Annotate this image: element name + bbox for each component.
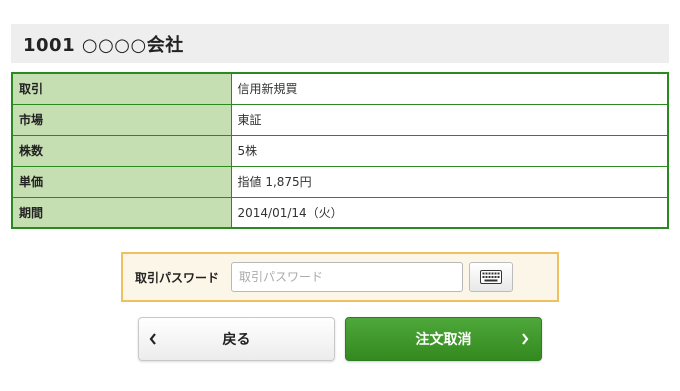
chevron-left-icon — [149, 332, 157, 350]
row-label-trade: 取引 — [11, 72, 232, 105]
password-label: 取引パスワード — [135, 270, 220, 285]
page-title: 1001 ○○○○会社 — [23, 34, 184, 56]
keyboard-icon — [480, 270, 502, 284]
back-button-label: 戻る — [222, 332, 251, 348]
order-details-table: 取引 信用新規買 市場 東証 株数 5株 単価 指値 1,875円 期間 201… — [11, 72, 669, 229]
table-row: 取引 信用新規買 — [11, 72, 669, 105]
table-row: 単価 指値 1,875円 — [11, 165, 669, 198]
row-label-shares: 株数 — [11, 134, 232, 167]
row-label-market: 市場 — [11, 103, 232, 136]
table-row: 株数 5株 — [11, 134, 669, 167]
password-input[interactable] — [231, 262, 463, 292]
chevron-right-icon — [521, 332, 529, 350]
page-header: 1001 ○○○○会社 — [11, 24, 669, 63]
cancel-order-button-label: 注文取消 — [415, 332, 472, 348]
cancel-order-button[interactable]: 注文取消 — [345, 317, 542, 361]
software-keyboard-button[interactable] — [469, 262, 513, 292]
table-row: 期間 2014/01/14（火） — [11, 196, 669, 229]
row-label-period: 期間 — [11, 196, 232, 229]
row-label-price: 単価 — [11, 165, 232, 198]
row-value-shares: 5株 — [230, 134, 669, 167]
table-row: 市場 東証 — [11, 103, 669, 136]
row-value-market: 東証 — [230, 103, 669, 136]
back-button[interactable]: 戻る — [138, 317, 335, 361]
row-value-price: 指値 1,875円 — [230, 165, 669, 198]
row-value-trade: 信用新規買 — [230, 72, 669, 105]
row-value-period: 2014/01/14（火） — [230, 196, 669, 229]
password-panel: 取引パスワード — [121, 252, 559, 302]
